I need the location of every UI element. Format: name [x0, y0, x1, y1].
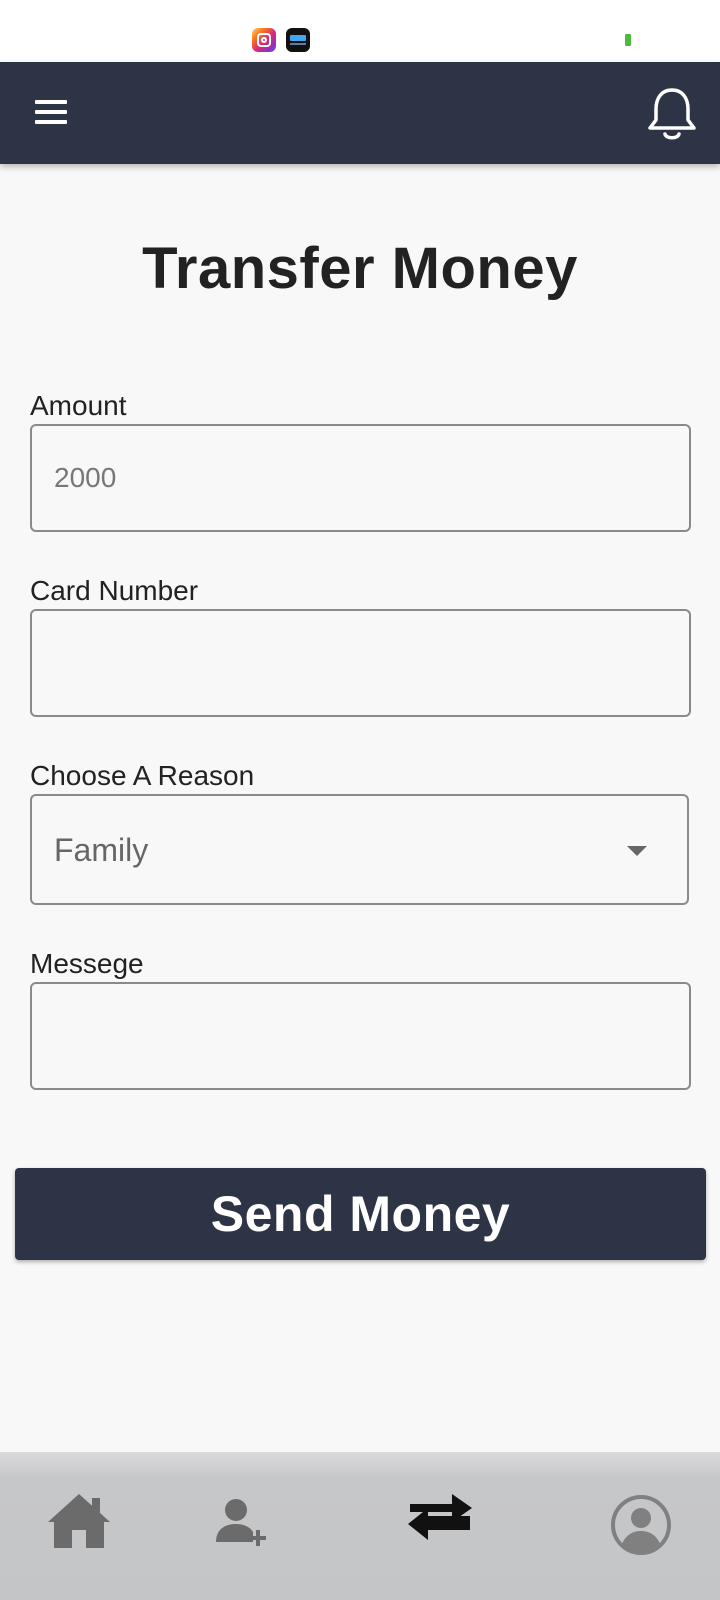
add-user-icon[interactable] [214, 1496, 268, 1552]
reason-selected-value: Family [54, 832, 149, 868]
app365-icon [286, 28, 310, 52]
message-label: Messege [30, 948, 144, 979]
menu-icon[interactable] [32, 98, 70, 126]
battery-icon [625, 34, 631, 46]
reason-label: Choose A Reason [30, 760, 255, 791]
profile-icon[interactable] [610, 1494, 672, 1556]
status-bar [0, 0, 720, 62]
caret-down-icon [627, 846, 647, 856]
app-header [0, 62, 720, 164]
reason-select[interactable]: Family [30, 794, 689, 905]
card-number-input[interactable] [30, 609, 691, 717]
page-title: Transfer Money [142, 236, 578, 301]
instagram-icon [252, 28, 276, 52]
message-input[interactable] [30, 982, 691, 1090]
home-icon[interactable] [46, 1492, 112, 1550]
transfer-icon[interactable] [404, 1482, 476, 1544]
bottom-nav [0, 1452, 720, 1600]
amount-input[interactable]: 2000 [30, 424, 691, 532]
card-number-label: Card Number [30, 575, 199, 606]
bell-icon[interactable] [646, 84, 698, 144]
amount-label: Amount [30, 390, 127, 421]
send-money-button[interactable]: Send Money [15, 1168, 706, 1260]
amount-value: 2000 [54, 462, 117, 493]
